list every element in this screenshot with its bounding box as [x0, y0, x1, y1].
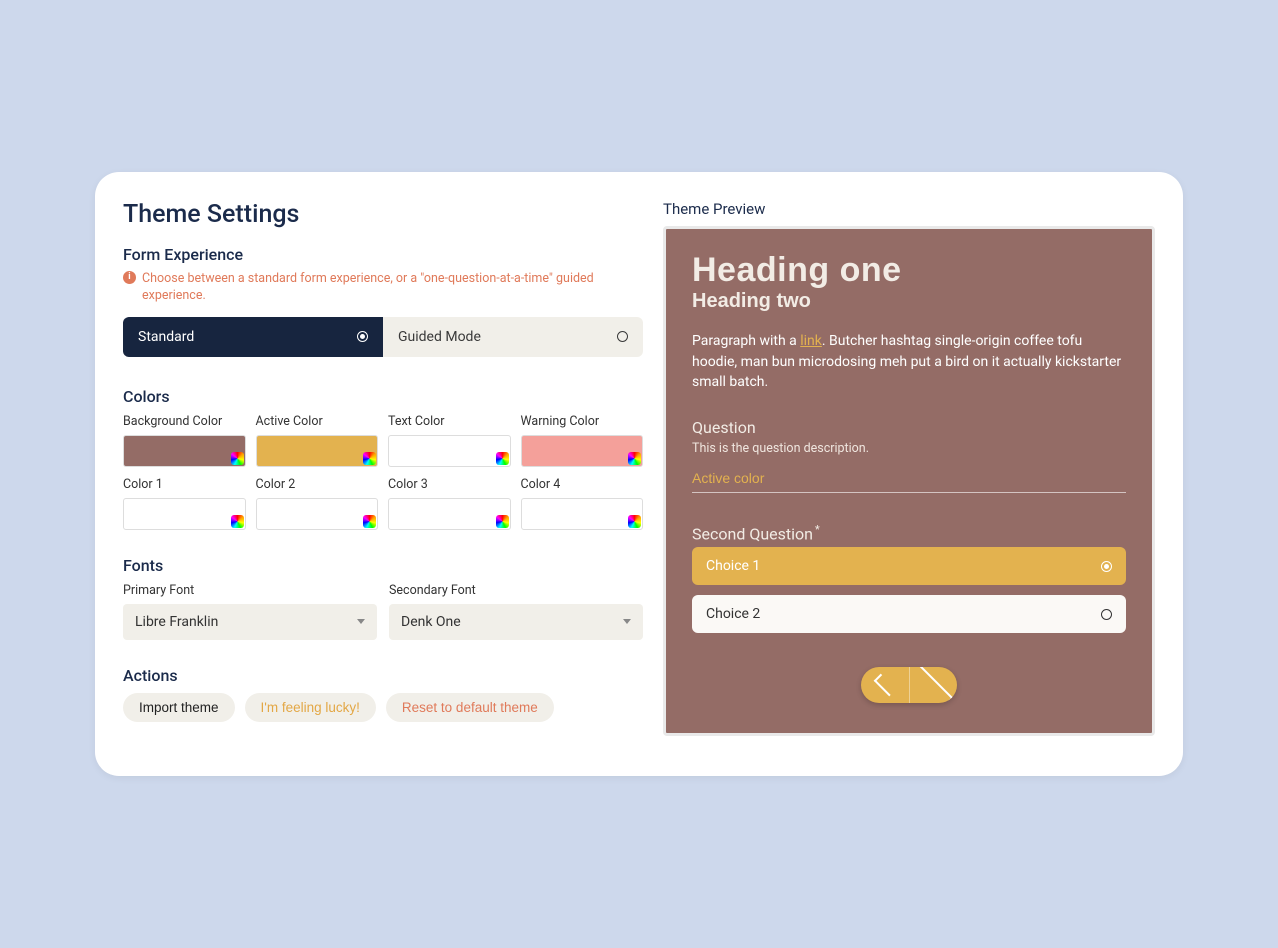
experience-toggle: Standard Guided Mode: [123, 317, 643, 357]
color-swatch-3[interactable]: [388, 498, 511, 530]
section-title: Colors: [123, 387, 643, 406]
experience-description-text: Choose between a standard form experienc…: [142, 270, 643, 305]
fonts-section: Fonts Primary Font Libre Franklin Second…: [123, 556, 643, 640]
actions-section: Actions Import theme I'm feeling lucky! …: [123, 666, 643, 722]
color-field: Color 2: [256, 477, 379, 530]
preview-question-desc: This is the question description.: [692, 441, 1126, 456]
form-experience-section: Form Experience i Choose between a stand…: [123, 245, 643, 357]
chevron-down-icon: [623, 619, 631, 624]
preview-nav: [692, 667, 1126, 703]
color-picker-icon: [628, 515, 641, 528]
color-picker-icon: [363, 515, 376, 528]
field-label: Active Color: [256, 414, 379, 429]
experience-description: i Choose between a standard form experie…: [123, 270, 643, 305]
select-value: Libre Franklin: [135, 614, 218, 630]
chevron-down-icon: [357, 619, 365, 624]
option-label: Guided Mode: [398, 329, 481, 345]
field-label: Color 4: [521, 477, 644, 492]
color-swatch-active[interactable]: [256, 435, 379, 467]
secondary-font-select[interactable]: Denk One: [389, 604, 643, 640]
preview-surface: Heading one Heading two Paragraph with a…: [663, 226, 1155, 737]
reset-theme-button[interactable]: Reset to default theme: [386, 693, 554, 722]
field-label: Color 3: [388, 477, 511, 492]
color-swatch-background[interactable]: [123, 435, 246, 467]
color-field: Text Color: [388, 414, 511, 467]
option-label: Standard: [138, 329, 194, 345]
color-field: Background Color: [123, 414, 246, 467]
settings-card: Theme Settings Form Experience i Choose …: [95, 172, 1183, 777]
radio-indicator-icon: [357, 331, 368, 342]
next-button[interactable]: [909, 667, 957, 703]
experience-option-guided[interactable]: Guided Mode: [383, 317, 643, 357]
choice-label: Choice 1: [706, 558, 760, 574]
section-title: Form Experience: [123, 245, 643, 264]
color-picker-icon: [628, 452, 641, 465]
color-picker-icon: [231, 515, 244, 528]
color-swatch-4[interactable]: [521, 498, 644, 530]
prev-button[interactable]: [861, 667, 909, 703]
required-mark: *: [815, 523, 820, 536]
info-icon: i: [123, 271, 136, 284]
color-swatch-warning[interactable]: [521, 435, 644, 467]
color-swatch-2[interactable]: [256, 498, 379, 530]
color-picker-icon: [231, 452, 244, 465]
preview-choice-1[interactable]: Choice 1: [692, 547, 1126, 585]
color-swatch-text[interactable]: [388, 435, 511, 467]
nav-pill: [861, 667, 957, 703]
choice-label: Choice 2: [706, 606, 760, 622]
preview-link[interactable]: link: [800, 333, 822, 349]
preview-heading-two: Heading two: [692, 290, 1126, 313]
field-label: Text Color: [388, 414, 511, 429]
arrow-right-icon: [913, 667, 953, 703]
field-label: Background Color: [123, 414, 246, 429]
section-title: Actions: [123, 666, 643, 685]
import-theme-button[interactable]: Import theme: [123, 693, 235, 722]
color-swatch-1[interactable]: [123, 498, 246, 530]
settings-panel: Theme Settings Form Experience i Choose …: [123, 200, 663, 737]
radio-indicator-icon: [1101, 609, 1112, 620]
feeling-lucky-button[interactable]: I'm feeling lucky!: [245, 693, 376, 722]
field-label: Color 2: [256, 477, 379, 492]
color-grid: Background Color Active Color Text Color…: [123, 414, 643, 530]
color-picker-icon: [496, 515, 509, 528]
preview-text-input[interactable]: [692, 466, 1126, 493]
color-field: Color 1: [123, 477, 246, 530]
select-value: Denk One: [401, 614, 461, 630]
color-field: Color 4: [521, 477, 644, 530]
preview-panel: Theme Preview Heading one Heading two Pa…: [663, 200, 1155, 737]
preview-choice-2[interactable]: Choice 2: [692, 595, 1126, 633]
paragraph-text: Paragraph with a: [692, 333, 800, 349]
section-title: Fonts: [123, 556, 643, 575]
primary-font-select[interactable]: Libre Franklin: [123, 604, 377, 640]
font-field-primary: Primary Font Libre Franklin: [123, 583, 377, 640]
preview-paragraph: Paragraph with a link. Butcher hashtag s…: [692, 331, 1126, 392]
color-field: Color 3: [388, 477, 511, 530]
field-label: Warning Color: [521, 414, 644, 429]
color-picker-icon: [496, 452, 509, 465]
question2-label-text: Second Question: [692, 524, 813, 543]
page-title: Theme Settings: [123, 200, 643, 229]
radio-indicator-icon: [1101, 561, 1112, 572]
preview-question-label: Question: [692, 418, 1126, 437]
radio-indicator-icon: [617, 331, 628, 342]
field-label: Secondary Font: [389, 583, 643, 598]
preview-heading-one: Heading one: [692, 253, 1126, 289]
font-field-secondary: Secondary Font Denk One: [389, 583, 643, 640]
preview-title: Theme Preview: [663, 200, 1155, 218]
preview-question2-label: Second Question*: [692, 523, 1126, 543]
color-picker-icon: [363, 452, 376, 465]
color-field: Active Color: [256, 414, 379, 467]
field-label: Primary Font: [123, 583, 377, 598]
arrow-left-icon: [874, 674, 897, 697]
color-field: Warning Color: [521, 414, 644, 467]
field-label: Color 1: [123, 477, 246, 492]
experience-option-standard[interactable]: Standard: [123, 317, 383, 357]
colors-section: Colors Background Color Active Color Tex…: [123, 387, 643, 530]
